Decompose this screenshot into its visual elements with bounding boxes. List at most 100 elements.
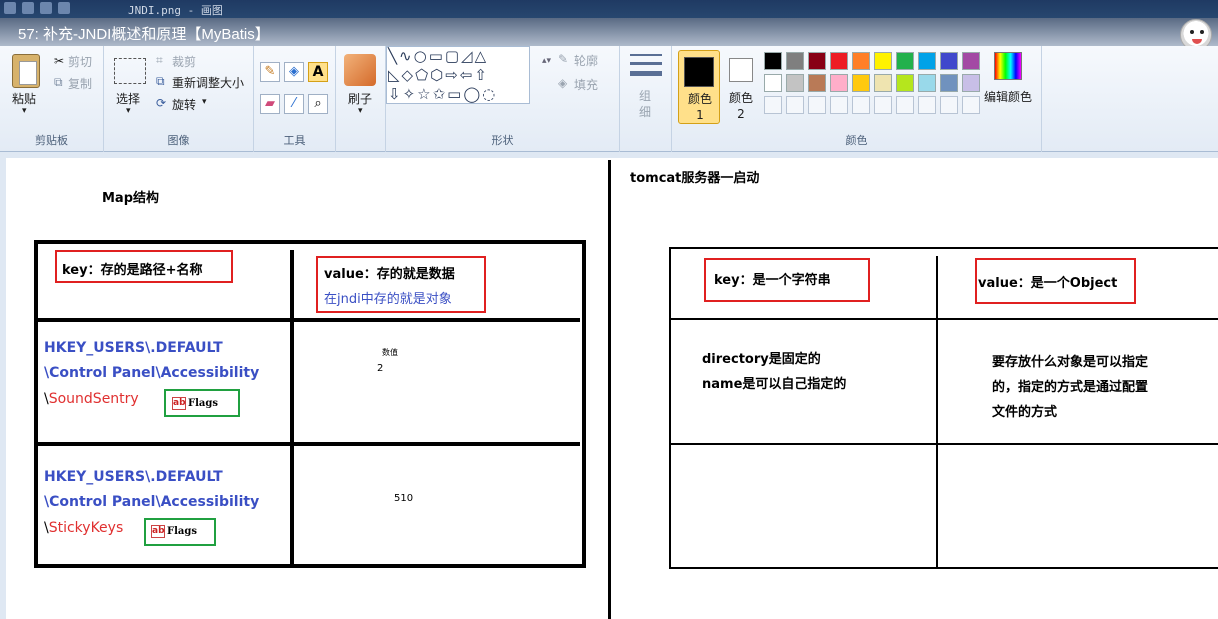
copy-icon[interactable]: ⧉ — [54, 75, 63, 90]
size-line-2-icon — [630, 62, 662, 65]
magnifier-icon[interactable]: ⌕ — [308, 94, 328, 114]
color-swatch[interactable] — [808, 52, 826, 70]
outline-button[interactable]: 轮廓 — [574, 52, 598, 69]
fill-button[interactable]: 填充 — [574, 76, 598, 93]
color-swatch[interactable] — [808, 74, 826, 92]
right-key-desc-line1: directory是固定的 — [702, 352, 821, 367]
color-swatch[interactable] — [764, 96, 782, 114]
row1-path-line1: HKEY_USERS\.DEFAULT — [44, 340, 223, 356]
color1-label: 颜色 1 — [687, 92, 712, 122]
right-value-desc-line2: 的，指定的方式是通过配置 — [992, 380, 1149, 395]
center-divider — [608, 160, 611, 619]
edit-colors-icon[interactable] — [994, 52, 1022, 80]
color-swatch[interactable] — [918, 52, 936, 70]
select-button[interactable]: 选择 — [116, 90, 140, 107]
color-swatch[interactable] — [962, 96, 980, 114]
color-swatch[interactable] — [896, 74, 914, 92]
color-swatch[interactable] — [808, 96, 826, 114]
color-swatch[interactable] — [896, 52, 914, 70]
paste-dropdown-icon[interactable]: ▾ — [22, 106, 27, 116]
rotate-button[interactable]: 旋转 — [172, 96, 196, 113]
text-tool-icon[interactable]: A — [308, 62, 328, 82]
paste-button[interactable]: 粘贴 — [12, 90, 36, 107]
size-line-1-icon — [630, 54, 662, 56]
scissors-icon[interactable]: ✂ — [54, 54, 64, 68]
color-picker-icon[interactable]: ⁄ — [284, 94, 304, 114]
color-swatch[interactable] — [852, 74, 870, 92]
shapes-row-3-icon[interactable]: ⇩✧☆✩▭◯◌ — [388, 85, 497, 103]
color-swatch[interactable] — [786, 52, 804, 70]
paint-app-icon[interactable] — [4, 2, 16, 14]
row2-path-line2: \Control Panel\Accessibility — [44, 494, 260, 510]
shapes-gallery[interactable]: ╲∿○▭▢◿△ ◺◇⬠⬡⇨⇦⇧ ⇩✧☆✩▭◯◌ — [386, 46, 530, 104]
row1-flag: ab Flags — [172, 396, 218, 411]
color-swatch[interactable] — [764, 52, 782, 70]
resize-icon[interactable]: ⧉ — [156, 74, 165, 89]
right-table-row-divider-1 — [671, 318, 1218, 320]
left-table-top-border — [34, 240, 586, 244]
color-swatch[interactable] — [764, 74, 782, 92]
save-icon[interactable] — [22, 2, 34, 14]
row2-path-name: StickyKeys — [48, 520, 124, 536]
copy-button[interactable]: 复制 — [68, 75, 92, 92]
quick-access-toolbar — [4, 2, 70, 14]
shapes-row-2-icon[interactable]: ◺◇⬠⬡⇨⇦⇧ — [388, 66, 489, 84]
redo-icon[interactable] — [58, 2, 70, 14]
color2-button[interactable]: 颜色 2 — [724, 50, 758, 124]
pencil-icon[interactable]: ✎ — [260, 62, 280, 82]
undo-icon[interactable] — [40, 2, 52, 14]
color-swatch[interactable] — [940, 96, 958, 114]
row1-flag-label: Flags — [188, 398, 218, 409]
color-swatch[interactable] — [918, 74, 936, 92]
color-swatch[interactable] — [918, 96, 936, 114]
color-swatch[interactable] — [962, 52, 980, 70]
color-swatch[interactable] — [786, 74, 804, 92]
color1-swatch — [684, 57, 714, 87]
fill-shape-icon[interactable]: ◈ — [558, 76, 567, 90]
paste-icon[interactable] — [12, 54, 40, 88]
edit-colors-button[interactable]: 编辑颜色 — [984, 88, 1032, 105]
fill-icon[interactable]: ◈ — [284, 62, 304, 82]
left-table-bottom-border — [34, 564, 586, 568]
brushes-button[interactable]: 刷子 — [348, 90, 372, 107]
color-swatch[interactable] — [874, 96, 892, 114]
registry-value-icon: ab — [172, 397, 186, 410]
select-dropdown-icon[interactable]: ▾ — [126, 106, 131, 116]
select-icon[interactable] — [114, 58, 146, 84]
clipboard-group-label: 剪贴板 — [35, 134, 68, 147]
right-key-desc-line2: name是可以自己指定的 — [702, 377, 847, 392]
rotate-dropdown-icon[interactable]: ▾ — [202, 97, 207, 107]
left-heading: Map结构 — [102, 191, 160, 206]
row2-flag: ab Flags — [151, 524, 197, 539]
shapes-row-1-icon[interactable]: ╲∿○▭▢◿△ — [388, 47, 488, 65]
color-swatch[interactable] — [830, 74, 848, 92]
color-swatch[interactable] — [940, 74, 958, 92]
color-swatch[interactable] — [940, 52, 958, 70]
color-swatch[interactable] — [874, 74, 892, 92]
crop-icon[interactable]: ⌗ — [156, 53, 163, 68]
brush-icon[interactable] — [344, 54, 376, 86]
color-swatch[interactable] — [786, 96, 804, 114]
color-swatch[interactable] — [874, 52, 892, 70]
video-title-overlay: 57: 补充-JNDI概述和原理【MyBatis】 — [0, 18, 1218, 48]
right-key-header: key：是一个字符串 — [714, 273, 831, 288]
size-button[interactable]: 组细 — [639, 88, 653, 120]
color-swatch[interactable] — [896, 96, 914, 114]
resize-button[interactable]: 重新调整大小 — [172, 74, 244, 91]
brushes-dropdown-icon[interactable]: ▾ — [358, 106, 363, 116]
outline-icon[interactable]: ✎ — [558, 52, 568, 66]
video-title: 57: 补充-JNDI概述和原理【MyBatis】 — [18, 26, 270, 43]
shapes-scroll-icon[interactable]: ▴▾ — [542, 56, 551, 66]
eraser-icon[interactable]: ▰ — [260, 94, 280, 114]
color1-button[interactable]: 颜色 1 — [678, 50, 720, 124]
drawing-canvas[interactable]: Map结构 key：存的是路径+名称 value：存的就是数据 在jndi中存的… — [0, 152, 1218, 619]
color-swatch[interactable] — [852, 52, 870, 70]
cut-button[interactable]: 剪切 — [68, 53, 92, 70]
paint-window: JNDI.png - 画图 57: 补充-JNDI概述和原理【MyBatis】 … — [0, 0, 1218, 619]
color-swatch[interactable] — [830, 52, 848, 70]
color-swatch[interactable] — [962, 74, 980, 92]
color-swatch[interactable] — [830, 96, 848, 114]
color-swatch[interactable] — [852, 96, 870, 114]
crop-button[interactable]: 裁剪 — [172, 53, 196, 70]
rotate-icon[interactable]: ⟳ — [156, 96, 166, 110]
